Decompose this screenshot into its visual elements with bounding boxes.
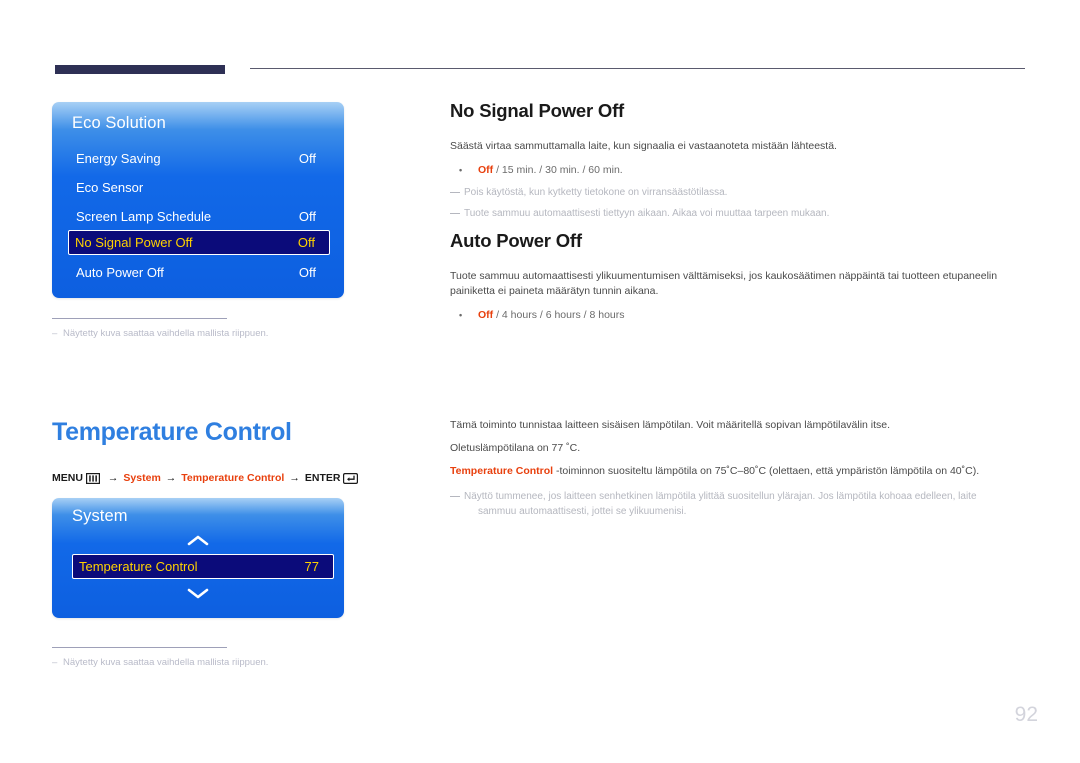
option-rest: / 4 hours / 6 hours / 8 hours — [493, 309, 625, 321]
footnote-text: – Näytetty kuva saattaa vaihdella mallist… — [52, 657, 352, 668]
option-rest: / 15 min. / 30 min. / 60 min. — [493, 164, 623, 176]
note-dash-icon: — — [450, 207, 460, 219]
menu-row-label: Temperature Control — [79, 559, 198, 574]
manual-page: Eco Solution Energy Saving Off Eco Senso… — [0, 0, 1080, 763]
section-body-line1: Tuote sammuu automaattisesti ylikuumentu… — [450, 270, 998, 282]
menu-row-label: Eco Sensor — [76, 180, 144, 195]
note-text: Pois käytöstä, kun kytketty tietokone on… — [464, 187, 728, 198]
breadcrumb-step-temperature-control: Temperature Control — [181, 472, 285, 484]
menu-row-energy-saving[interactable]: Energy Saving Off — [68, 146, 330, 171]
menu-row-eco-sensor[interactable]: Eco Sensor — [68, 175, 330, 200]
menu-row-value: Off — [298, 151, 316, 166]
option-default: Off — [478, 309, 494, 321]
temperature-body-3-rest: -toiminnon suositeltu lämpötila on 75˚C–… — [553, 465, 980, 477]
eco-solution-osd-panel: Eco Solution Energy Saving Off Eco Senso… — [52, 102, 344, 298]
footnote-rule — [52, 318, 227, 319]
menu-row-value: Off — [298, 209, 316, 224]
note-dash-icon: — — [450, 491, 460, 502]
section-temperature-control: Tämä toiminto tunnistaa laitteen sisäise… — [450, 418, 1030, 519]
chevron-up-icon[interactable] — [185, 534, 211, 547]
note-dash-icon: — — [450, 187, 460, 198]
breadcrumb-enter-label: ENTER — [304, 472, 341, 484]
temperature-body-1: Tämä toiminto tunnistaa laitteen sisäise… — [450, 419, 891, 431]
note-text: Näyttö tummenee, jos laitteen senhetkine… — [464, 490, 1030, 519]
section-body-line2: painiketta ei paineta määrätyn tunnin ai… — [450, 285, 659, 297]
header-accent-bar — [55, 65, 225, 74]
chevron-down-icon[interactable] — [185, 587, 211, 600]
breadcrumb-menu-label: MENU — [52, 472, 83, 484]
enter-key-icon — [343, 472, 359, 484]
footnote-body: Näytetty kuva saattaa vaihdella mallista… — [63, 328, 269, 339]
page-number: 92 — [1014, 703, 1038, 726]
bullet-dot-icon: • — [459, 310, 463, 320]
footnote-rule — [52, 647, 227, 648]
menu-grid-icon — [85, 472, 100, 484]
note-item: — Pois käytöstä, kun kytketty tietokone … — [450, 186, 1030, 201]
menu-row-label: Energy Saving — [76, 151, 161, 166]
breadcrumb-arrow: → — [165, 472, 177, 484]
section-body: Säästä virtaa sammuttamalla laite, kun s… — [450, 140, 837, 152]
footnote-block-2: – Näytetty kuva saattaa vaihdella mallist… — [52, 647, 352, 668]
options-bullet: • Off / 15 min. / 30 min. / 60 min. — [450, 163, 1030, 177]
note-text: Tuote sammuu automaattisesti tiettyyn ai… — [464, 207, 830, 219]
footnote-dash: – — [52, 328, 58, 339]
options-bullet: • Off / 4 hours / 6 hours / 8 hours — [450, 308, 1030, 322]
menu-row-screen-lamp-schedule[interactable]: Screen Lamp Schedule Off — [68, 204, 330, 229]
menu-row-no-signal-power-off[interactable]: No Signal Power Off Off — [68, 230, 330, 255]
section-auto-power-off: Auto Power Off Tuote sammuu automaattise… — [450, 230, 1030, 322]
footnote-text: – Näytetty kuva saattaa vaihdella mallist… — [52, 328, 352, 339]
bullet-dot-icon: • — [459, 165, 463, 175]
osd-panel-title: Eco Solution — [72, 114, 166, 132]
footnote-body: Näytetty kuva saattaa vaihdella mallista… — [63, 657, 269, 668]
footnote-dash: – — [52, 657, 58, 668]
note-item: — Näyttö tummenee, jos laitteen senhetki… — [450, 490, 1030, 519]
menu-row-label: No Signal Power Off — [75, 235, 193, 250]
temperature-body-3-bold: Temperature Control — [450, 465, 554, 477]
option-default: Off — [478, 164, 494, 176]
breadcrumb: MENU → System → Temperature Control → EN… — [52, 472, 361, 484]
options-text: Off / 15 min. / 30 min. / 60 min. — [478, 163, 623, 177]
section-no-signal-power-off: No Signal Power Off Säästä virtaa sammut… — [450, 100, 1030, 221]
options-text: Off / 4 hours / 6 hours / 8 hours — [478, 308, 625, 322]
menu-row-label: Auto Power Off — [76, 265, 164, 280]
menu-row-auto-power-off[interactable]: Auto Power Off Off — [68, 260, 330, 285]
note-line-1: Näyttö tummenee, jos laitteen senhetkine… — [464, 491, 977, 502]
menu-row-value: Off — [297, 235, 315, 250]
footnote-block-1: – Näytetty kuva saattaa vaihdella mallist… — [52, 318, 352, 339]
page-title: Temperature Control — [52, 418, 292, 446]
temperature-body-3: Temperature Control -toiminnon suositelt… — [450, 464, 1030, 479]
note-line-2: sammuu automaattisesti, jottei se ylikuu… — [478, 505, 687, 517]
breadcrumb-step-system: System — [123, 472, 161, 484]
osd-panel-title: System — [72, 507, 128, 525]
menu-row-temperature-control[interactable]: Temperature Control 77 — [72, 554, 334, 579]
menu-row-label: Screen Lamp Schedule — [76, 209, 212, 224]
header-rule — [250, 68, 1025, 69]
section-heading: Auto Power Off — [450, 230, 582, 251]
menu-row-value: 77 — [304, 559, 319, 574]
system-osd-panel: System Temperature Control 77 — [52, 498, 344, 618]
section-heading: No Signal Power Off — [450, 100, 625, 121]
breadcrumb-arrow: → — [289, 472, 300, 484]
breadcrumb-arrow: → — [107, 472, 119, 484]
note-item: — Tuote sammuu automaattisesti tiettyyn … — [450, 207, 1030, 222]
menu-row-value: Off — [298, 265, 316, 280]
temperature-body-2: Oletuslämpötilana on 77 ˚C. — [450, 442, 581, 454]
